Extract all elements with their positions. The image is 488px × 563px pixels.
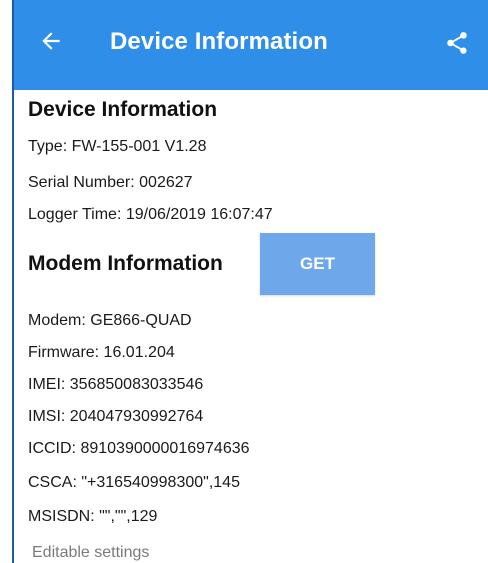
iccid-value: ICCID: 8910390000016974636 — [28, 440, 250, 457]
imsi-value: IMSI: 204047930992764 — [28, 408, 204, 425]
editable-settings-link[interactable]: Editable settings — [32, 544, 149, 562]
device-type: Type: FW-155-001 V1.28 — [28, 138, 207, 155]
imei-value: IMEI: 356850083033546 — [28, 376, 204, 393]
device-info-heading: Device Information — [28, 98, 218, 121]
modem-info-heading: Modem Information — [28, 252, 223, 275]
logger-time: Logger Time: 19/06/2019 16:07:47 — [28, 206, 273, 223]
msisdn-value: MSISDN: "","",129 — [28, 508, 158, 525]
app-bar-title: Device Information — [110, 28, 328, 55]
firmware-version: Firmware: 16.01.204 — [28, 344, 175, 361]
app-bar: Device Information — [14, 0, 488, 90]
content-area: Device Information Type: FW-155-001 V1.2… — [14, 90, 488, 563]
back-arrow-icon[interactable] — [38, 28, 64, 54]
serial-number: Serial Number: 002627 — [28, 174, 193, 191]
left-edge — [0, 0, 14, 563]
share-icon[interactable] — [444, 30, 470, 56]
csca-value: CSCA: "+316540998300",145 — [28, 474, 240, 491]
modem-model: Modem: GE866-QUAD — [28, 312, 192, 329]
get-button[interactable]: GET — [260, 233, 375, 295]
